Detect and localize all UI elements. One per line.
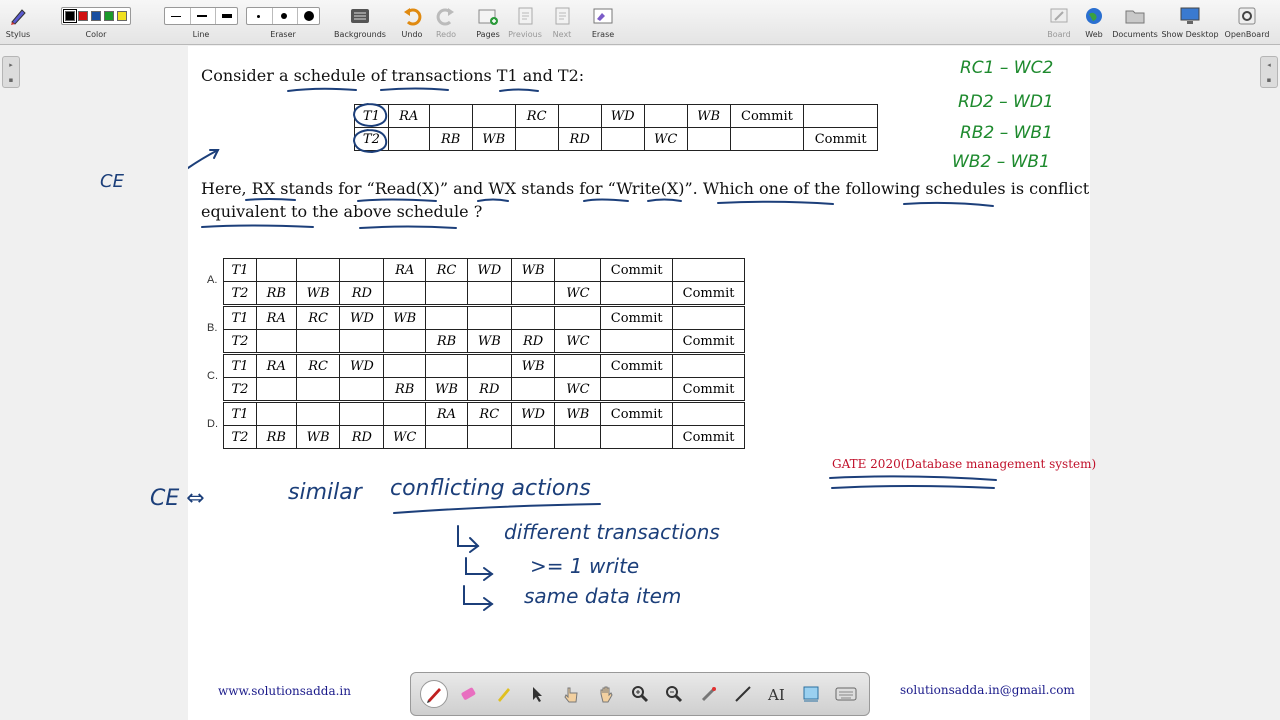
line-tool-button[interactable] <box>729 680 757 708</box>
highlighter-tool-button[interactable] <box>489 680 517 708</box>
ink-strokes <box>188 87 997 611</box>
line-group: Line <box>164 0 238 45</box>
top-toolbar: Stylus Color Line Eraser Backgrounds Und… <box>0 0 1280 45</box>
board-button[interactable]: Board <box>1045 0 1073 45</box>
eraser-size-options <box>246 7 320 25</box>
documents-button[interactable]: Documents <box>1112 0 1158 45</box>
redo-label: Redo <box>435 30 457 39</box>
capture-icon <box>803 686 819 702</box>
website-footer: www.solutionsadda.in <box>218 684 351 698</box>
previous-page-button[interactable]: Previous <box>508 0 542 45</box>
backgrounds-button[interactable]: Backgrounds <box>334 0 386 45</box>
color-yellow-swatch[interactable] <box>117 11 127 21</box>
line-icon <box>735 686 751 702</box>
next-icon <box>553 5 571 27</box>
globe-icon <box>1084 5 1104 27</box>
zoom-out-button[interactable] <box>660 680 688 708</box>
laser-pointer-icon <box>701 687 716 702</box>
text-icon: AI <box>767 686 785 704</box>
tool-dock: AI <box>410 672 870 716</box>
text-tool-button[interactable]: AI <box>763 680 791 708</box>
zoom-in-icon <box>631 686 648 703</box>
next-label: Next <box>552 30 572 39</box>
color-blue-swatch[interactable] <box>91 11 101 21</box>
hand-pointer-icon <box>564 687 578 703</box>
undo-label: Undo <box>401 30 423 39</box>
pages-button[interactable]: Pages <box>472 0 504 45</box>
monitor-icon <box>1179 5 1201 27</box>
svg-text:AI: AI <box>767 686 785 704</box>
pages-label: Pages <box>476 30 500 39</box>
previous-icon <box>516 5 534 27</box>
hand-icon <box>600 686 613 703</box>
show-desktop-button[interactable]: Show Desktop <box>1161 0 1219 45</box>
next-page-button[interactable]: Next <box>548 0 576 45</box>
undo-icon <box>402 5 422 27</box>
highlighter-icon <box>497 688 510 702</box>
eraser-label: Eraser <box>270 30 296 39</box>
redo-button[interactable]: Redo <box>432 0 460 45</box>
color-black-swatch[interactable] <box>63 9 77 23</box>
openboard-label: OpenBoard <box>1224 30 1270 39</box>
right-margin <box>1090 46 1280 720</box>
folder-icon <box>1124 5 1146 27</box>
eraser-icon <box>461 687 476 700</box>
documents-label: Documents <box>1112 30 1158 39</box>
erase-icon <box>592 5 614 27</box>
pen-icon <box>427 688 442 703</box>
web-button[interactable]: Web <box>1080 0 1108 45</box>
line-medium-option[interactable] <box>190 8 212 24</box>
left-margin <box>0 46 188 720</box>
show-desktop-label: Show Desktop <box>1161 30 1219 39</box>
interact-tool-button[interactable] <box>557 680 585 708</box>
line-width-options <box>164 7 238 25</box>
laser-pointer-button[interactable] <box>695 680 723 708</box>
redo-icon <box>436 5 456 27</box>
color-red-swatch[interactable] <box>78 11 88 21</box>
stylus-icon <box>8 5 28 27</box>
cursor-icon <box>533 687 543 702</box>
openboard-button[interactable]: OpenBoard <box>1222 0 1272 45</box>
previous-label: Previous <box>508 30 542 39</box>
eraser-medium-option[interactable] <box>272 8 294 24</box>
eraser-small-option[interactable] <box>247 8 269 24</box>
board-label: Board <box>1047 30 1071 39</box>
color-swatches <box>61 7 131 25</box>
backgrounds-icon <box>349 5 371 27</box>
keyboard-button[interactable] <box>832 680 860 708</box>
eraser-group: Eraser <box>246 0 320 45</box>
left-panel-toggle[interactable]: ▸ ▪ <box>2 56 20 88</box>
pages-icon <box>477 5 499 27</box>
capture-tool-button[interactable] <box>797 680 825 708</box>
right-panel-toggle[interactable]: ◂ ▪ <box>1260 56 1278 88</box>
eraser-large-option[interactable] <box>297 8 319 24</box>
color-label: Color <box>85 30 107 39</box>
undo-button[interactable]: Undo <box>398 0 426 45</box>
line-thin-option[interactable] <box>165 8 187 24</box>
erase-label: Erase <box>591 30 615 39</box>
board-icon <box>1049 5 1069 27</box>
pen-tool-button[interactable] <box>420 680 449 708</box>
zoom-in-button[interactable] <box>626 680 654 708</box>
zoom-out-icon <box>666 686 683 703</box>
ce-note-left: CE <box>100 171 124 192</box>
keyboard-icon <box>835 687 857 701</box>
web-label: Web <box>1085 30 1103 39</box>
color-group: Color <box>40 0 152 45</box>
gear-icon <box>1237 5 1257 27</box>
email-footer: solutionsadda.in@gmail.com <box>900 683 1075 697</box>
pan-tool-button[interactable] <box>592 680 620 708</box>
backgrounds-label: Backgrounds <box>334 30 386 39</box>
stylus-button[interactable]: Stylus <box>4 0 32 45</box>
eraser-tool-button[interactable] <box>454 680 482 708</box>
line-thick-option[interactable] <box>215 8 237 24</box>
color-green-swatch[interactable] <box>104 11 114 21</box>
select-tool-button[interactable] <box>523 680 551 708</box>
board-page[interactable]: Consider a schedule of transactions T1 a… <box>100 46 1096 720</box>
erase-button[interactable]: Erase <box>588 0 618 45</box>
stylus-label: Stylus <box>5 30 31 39</box>
line-label: Line <box>192 30 210 39</box>
